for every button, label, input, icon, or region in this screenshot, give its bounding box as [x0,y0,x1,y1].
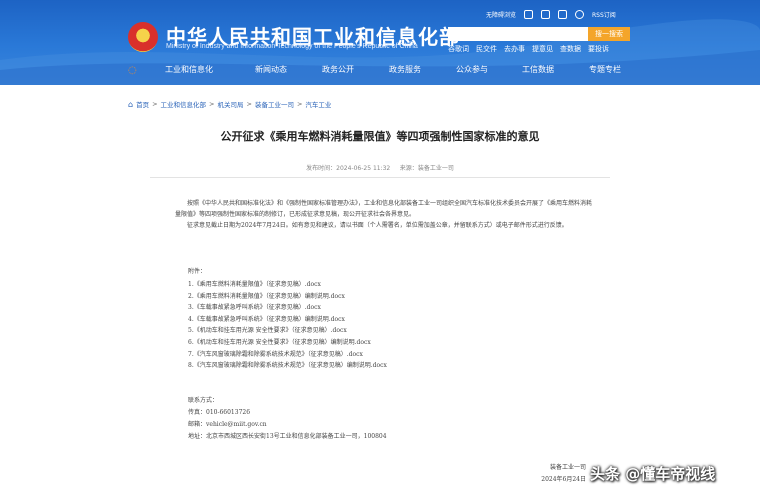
site-subtitle: Ministry of Industry and Information Tec… [166,43,418,50]
contact-label: 联系方式： [188,397,219,404]
attachment-link[interactable]: 3.《车载事故紧急呼叫系统》（征求意见稿）.docx [188,302,387,314]
publish-time: 2024-06-25 11:32 [336,165,391,172]
sign-org: 装备工业一司 [549,464,586,471]
source-label: 来源： [399,165,418,172]
nav-item-gov-affairs[interactable]: 政务公开 [322,64,354,75]
nav-item-news[interactable]: 新闻动态 [255,64,287,75]
breadcrumb-separator: > [296,100,303,108]
contact-info: 联系方式： 传真：010-66013726 邮箱：vehicle@miit.go… [188,395,387,443]
publish-label: 发布时间： [306,165,337,172]
attachment-link[interactable]: 8.《汽车风窗玻璃除霜和除雾系统技术规范》（征求意见稿）编制说明.docx [188,360,387,372]
nav-item-topics[interactable]: 专题专栏 [589,64,621,75]
nav-item-data[interactable]: 工信数据 [522,64,554,75]
main-nav: ◌ 工业和信息化 新闻动态 政务公开 政务服务 公众参与 工信数据 专题专栏 [0,62,760,80]
nav-item-industry[interactable]: 工业和信息化 [165,64,213,75]
top-links: 无障碍浏览 RSS订阅 [486,10,616,19]
breadcrumb-equipment-dept[interactable]: 装备工业一司 [255,99,294,109]
quick-link-3[interactable]: 去办事 [504,44,525,54]
breadcrumb-separator: > [209,100,215,108]
contact-fax: 传真：010-66013726 [188,409,251,416]
article-meta: 发布时间：2024-06-25 11:32 来源：装备工业一司 [0,163,760,172]
search-button[interactable]: 搜一搜索 [588,27,630,41]
sign-date: 2024年6月24日 [541,476,586,483]
mobile-icon[interactable] [524,10,534,19]
article-title: 公开征求《乘用车燃料消耗量限值》等四项强制性国家标准的意见 [220,130,540,143]
paragraph: 征求意见截止日期为2024年7月24日。如有意见和建议，请以书面（个人需署名，单… [187,222,568,229]
contact-address: 地址：北京市西城区西长安街13号工业和信息化部装备工业一司，100804 [188,433,387,440]
contact-email: 邮箱：vehicle@miit.gov.cn [188,421,267,428]
paragraph: 按照《中华人民共和国标准化法》和《强制性国家标准管理办法》，工业和信息化部装备工… [175,200,593,218]
site-header: 中华人民共和国工业和信息化部 Ministry of Industry and … [0,0,760,85]
breadcrumb-separator: > [246,100,252,108]
attachment-link[interactable]: 1.《乘用车燃料消耗量限值》（征求意见稿）.docx [188,279,387,291]
weibo-icon[interactable] [575,10,585,19]
attachments-label: 附件： [188,268,207,275]
nav-item-participation[interactable]: 公众参与 [456,64,488,75]
nav-item-services[interactable]: 政务服务 [389,64,421,75]
attachment-link[interactable]: 7.《汽车风窗玻璃除霜和除雾系统技术规范》（征求意见稿）.docx [188,349,387,361]
watermark: 头条 @懂车帝视线 [590,465,716,483]
breadcrumb: ⌂ 首页 > 工业和信息化部 > 机关司局 > 装备工业一司 > 汽车工业 [128,99,331,110]
quick-link-2[interactable]: 民交件 [476,44,497,54]
quick-link-6[interactable]: 要投诉 [588,44,609,54]
home-icon: ⌂ [128,99,134,109]
breadcrumb-home[interactable]: 首页 [136,99,149,109]
attachment-link[interactable]: 5.《机动车和挂车用光源 安全性要求》（征求意见稿）.docx [188,325,387,337]
attachment-link[interactable]: 6.《机动车和挂车用光源 安全性要求》（征求意见稿）编制说明.docx [188,337,387,349]
image-icon[interactable] [558,10,568,19]
breadcrumb-separator: > [152,100,158,108]
wechat-icon[interactable] [541,10,551,19]
quick-link-1[interactable]: 谷歌词 [448,44,469,54]
accessibility-link[interactable]: 无障碍浏览 [486,10,516,19]
breadcrumb-departments[interactable]: 机关司局 [217,99,243,109]
breadcrumb-auto-industry[interactable]: 汽车工业 [305,99,331,109]
source: 装备工业一司 [417,165,454,172]
divider [150,177,610,178]
attachment-list: 1.《乘用车燃料消耗量限值》（征求意见稿）.docx 2.《乘用车燃料消耗量限值… [188,279,387,372]
breadcrumb-ministry[interactable]: 工业和信息化部 [161,99,207,109]
signature-block: 装备工业一司 2024年6月24日 [541,462,586,486]
attachment-link[interactable]: 4.《车载事故紧急呼叫系统》（征求意见稿）编制说明.docx [188,314,387,326]
quick-links: 谷歌词 民交件 去办事 提意见 查数据 要投诉 [448,44,609,54]
national-emblem-icon [128,22,158,52]
nav-home-icon[interactable]: ◌ [128,66,138,76]
quick-link-5[interactable]: 查数据 [560,44,581,54]
rss-link[interactable]: RSS订阅 [592,10,616,19]
quick-link-4[interactable]: 提意见 [532,44,553,54]
attachment-link[interactable]: 2.《乘用车燃料消耗量限值》（征求意见稿）编制说明.docx [188,291,387,303]
article-body: 按照《中华人民共和国标准化法》和《强制性国家标准管理办法》，工业和信息化部装备工… [175,198,595,231]
search-input[interactable] [448,27,588,41]
